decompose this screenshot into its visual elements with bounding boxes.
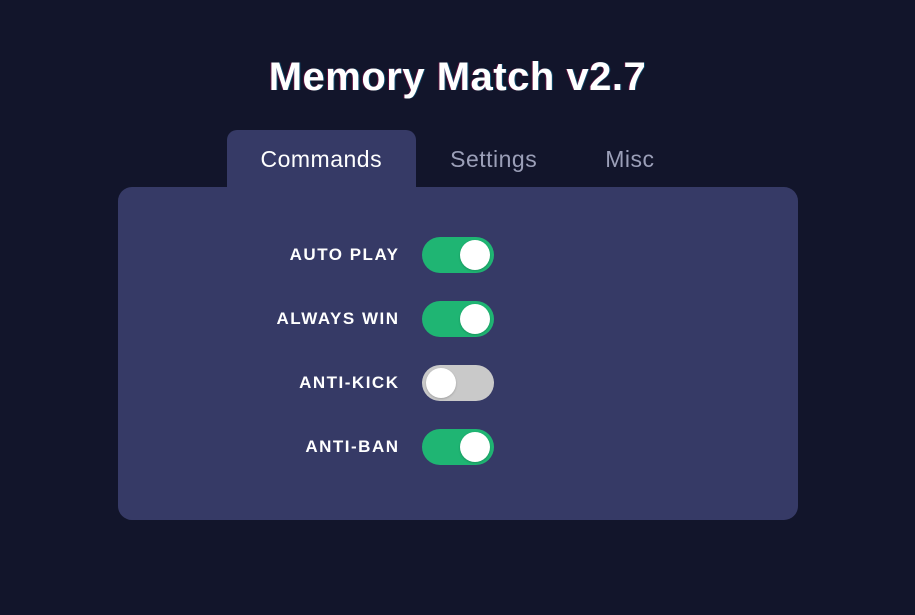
tab-misc[interactable]: Misc [571, 130, 688, 189]
command-label: ANTI-BAN [202, 437, 422, 457]
toggle-always-win[interactable] [422, 301, 494, 337]
toggle-anti-ban[interactable] [422, 429, 494, 465]
command-row-anti-ban: ANTI-BAN [118, 429, 798, 465]
toggle-knob [460, 432, 490, 462]
toggle-anti-kick[interactable] [422, 365, 494, 401]
toggle-knob [460, 240, 490, 270]
command-row-always-win: ALWAYS WIN [118, 301, 798, 337]
toggle-knob [460, 304, 490, 334]
command-row-anti-kick: ANTI-KICK [118, 365, 798, 401]
app-title: Memory Match v2.7 [269, 55, 647, 100]
command-row-auto-play: AUTO PLAY [118, 237, 798, 273]
commands-panel: AUTO PLAY ALWAYS WIN ANTI-KICK ANTI-BAN [118, 187, 798, 520]
tab-bar: Commands Settings Misc [227, 130, 689, 189]
toggle-auto-play[interactable] [422, 237, 494, 273]
toggle-knob [426, 368, 456, 398]
command-label: ALWAYS WIN [202, 309, 422, 329]
command-label: AUTO PLAY [202, 245, 422, 265]
tab-commands[interactable]: Commands [227, 130, 417, 189]
tab-settings[interactable]: Settings [416, 130, 571, 189]
command-label: ANTI-KICK [202, 373, 422, 393]
